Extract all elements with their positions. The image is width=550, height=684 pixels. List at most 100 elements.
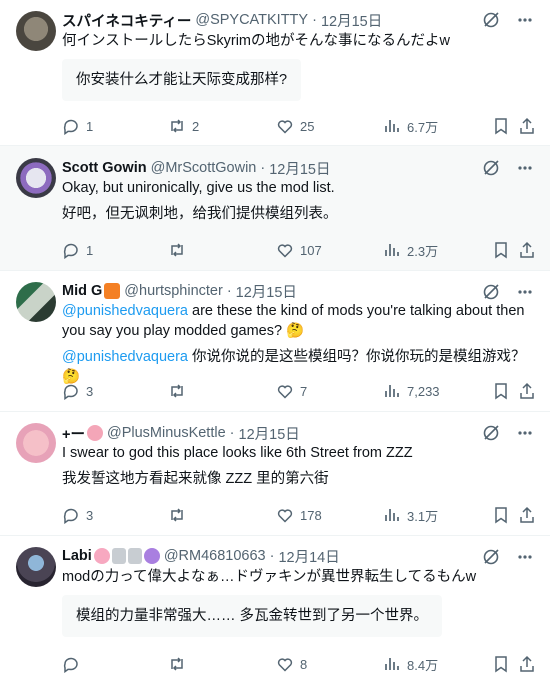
translation-text: 好吧，但无讽刺地，给我们提供模组列表。 — [62, 206, 338, 222]
views-icon — [385, 243, 399, 257]
translation-text: 你安装什么才能让天际变成那样? — [62, 59, 302, 101]
like-icon — [277, 244, 293, 258]
timestamp[interactable]: 12月14日 — [278, 546, 339, 567]
reply-icon — [63, 243, 78, 259]
tweet-text: @punishedvaquera are these the kind of m… — [62, 303, 525, 339]
retweet-button[interactable] — [168, 241, 192, 259]
share-button[interactable] — [518, 655, 536, 673]
like-icon — [277, 120, 293, 134]
more-icon[interactable] — [516, 424, 534, 442]
bookmark-button[interactable] — [492, 382, 510, 400]
reply-button[interactable] — [62, 655, 86, 673]
grok-icon[interactable] — [482, 283, 500, 301]
more-icon[interactable] — [516, 11, 534, 29]
bookmark-button[interactable] — [492, 506, 510, 524]
handle[interactable]: @PlusMinusKettle — [107, 425, 226, 441]
translation-text: 我发誓这地方看起来就像 ZZZ 里的第六街 — [62, 471, 329, 487]
retweet-icon — [171, 508, 183, 522]
like-button[interactable]: 25 — [276, 117, 314, 135]
retweet-icon — [171, 119, 183, 133]
more-icon[interactable] — [516, 548, 534, 566]
chain-emoji — [127, 548, 142, 564]
retweet-icon — [171, 384, 183, 398]
views-button[interactable]: 2.3万 — [383, 241, 438, 260]
reply-button[interactable]: 1 — [62, 117, 93, 135]
tweet[interactable]: +ー @PlusMinusKettle · 12月15日 I swear to … — [0, 412, 550, 536]
more-icon[interactable] — [516, 159, 534, 177]
tweet[interactable]: Labi @RM46810663 · 12月14日 modの力って偉大よなぁ…ド… — [0, 536, 550, 684]
share-button[interactable] — [518, 506, 536, 524]
like-icon — [277, 509, 293, 523]
grok-icon[interactable] — [482, 159, 500, 177]
reply-button[interactable]: 3 — [62, 382, 93, 400]
tweet-text: modの力って偉大よなぁ…ドヴァキンが異世界転生してるもんw — [62, 569, 477, 585]
pig-emoji — [93, 548, 110, 564]
reply-button[interactable]: 1 — [62, 241, 93, 259]
tweet-text: I swear to god this place looks like 6th… — [62, 445, 413, 461]
grok-icon[interactable] — [482, 11, 500, 29]
share-button[interactable] — [518, 382, 536, 400]
reply-button[interactable]: 3 — [62, 506, 93, 524]
timestamp[interactable]: 12月15日 — [321, 10, 382, 31]
views-button[interactable]: 8.4万 — [383, 655, 438, 674]
retweet-button[interactable]: 2 — [168, 117, 199, 135]
views-icon — [385, 384, 399, 398]
mention-link[interactable]: @punishedvaquera — [62, 349, 188, 365]
brain-emoji — [86, 425, 103, 441]
retweet-button[interactable] — [168, 382, 192, 400]
like-icon — [277, 658, 293, 672]
tweet[interactable]: スパイネコキティー @SPYCATKITTY · 12月15日 何インストールし… — [0, 0, 550, 146]
like-button[interactable]: 8 — [276, 655, 307, 673]
views-button[interactable]: 7,233 — [383, 382, 440, 400]
tweet[interactable]: Scott Gowin @MrScottGowin · 12月15日 Okay,… — [0, 146, 550, 271]
display-name[interactable]: Labi — [62, 548, 92, 564]
views-icon — [385, 119, 399, 133]
display-name[interactable]: スパイネコキティー — [62, 10, 191, 31]
bookmark-button[interactable] — [492, 117, 510, 135]
retweet-button[interactable] — [168, 655, 192, 673]
tweet[interactable]: Mid G @hurtsphincter · 12月15日 @punishedv… — [0, 271, 550, 412]
like-button[interactable]: 7 — [276, 382, 307, 400]
like-button[interactable]: 107 — [276, 241, 322, 259]
grok-icon[interactable] — [482, 424, 500, 442]
timestamp[interactable]: 12月15日 — [269, 158, 330, 179]
avatar[interactable] — [16, 547, 56, 587]
like-button[interactable]: 178 — [276, 506, 322, 524]
display-name[interactable]: +ー — [62, 423, 85, 444]
bookmark-button[interactable] — [492, 241, 510, 259]
views-icon — [385, 508, 399, 522]
retweet-button[interactable] — [168, 506, 192, 524]
avatar[interactable] — [16, 158, 56, 198]
mention-link[interactable]: @punishedvaquera — [62, 303, 188, 319]
orange-square-emoji — [104, 283, 121, 299]
views-button[interactable]: 6.7万 — [383, 117, 438, 136]
handle[interactable]: @SPYCATKITTY — [195, 12, 308, 28]
grok-icon[interactable] — [482, 548, 500, 566]
views-button[interactable]: 3.1万 — [383, 506, 438, 525]
share-button[interactable] — [518, 241, 536, 259]
avatar[interactable] — [16, 282, 56, 322]
separator: · — [269, 548, 275, 564]
timestamp[interactable]: 12月15日 — [239, 423, 300, 444]
separator: · — [260, 160, 266, 176]
avatar[interactable] — [16, 11, 56, 51]
timeline: スパイネコキティー @SPYCATKITTY · 12月15日 何インストールし… — [0, 0, 550, 684]
avatar[interactable] — [16, 423, 56, 463]
translation-text: 模组的力量非常强大…… 多瓦金转世到了另一个世界。 — [62, 595, 443, 637]
share-icon — [520, 656, 534, 672]
handle[interactable]: @MrScottGowin — [151, 160, 257, 176]
purple-heart-emoji — [143, 548, 160, 564]
timestamp[interactable]: 12月15日 — [236, 281, 297, 302]
display-name[interactable]: Scott Gowin — [62, 160, 147, 176]
share-button[interactable] — [518, 117, 536, 135]
share-icon — [520, 507, 534, 523]
views-icon — [385, 657, 399, 671]
handle[interactable]: @RM46810663 — [164, 548, 266, 564]
separator: · — [229, 425, 235, 441]
display-name[interactable]: Mid G — [62, 283, 102, 299]
reply-icon — [63, 119, 78, 135]
share-icon — [520, 383, 534, 399]
more-icon[interactable] — [516, 283, 534, 301]
bookmark-button[interactable] — [492, 655, 510, 673]
handle[interactable]: @hurtsphincter — [124, 283, 223, 299]
